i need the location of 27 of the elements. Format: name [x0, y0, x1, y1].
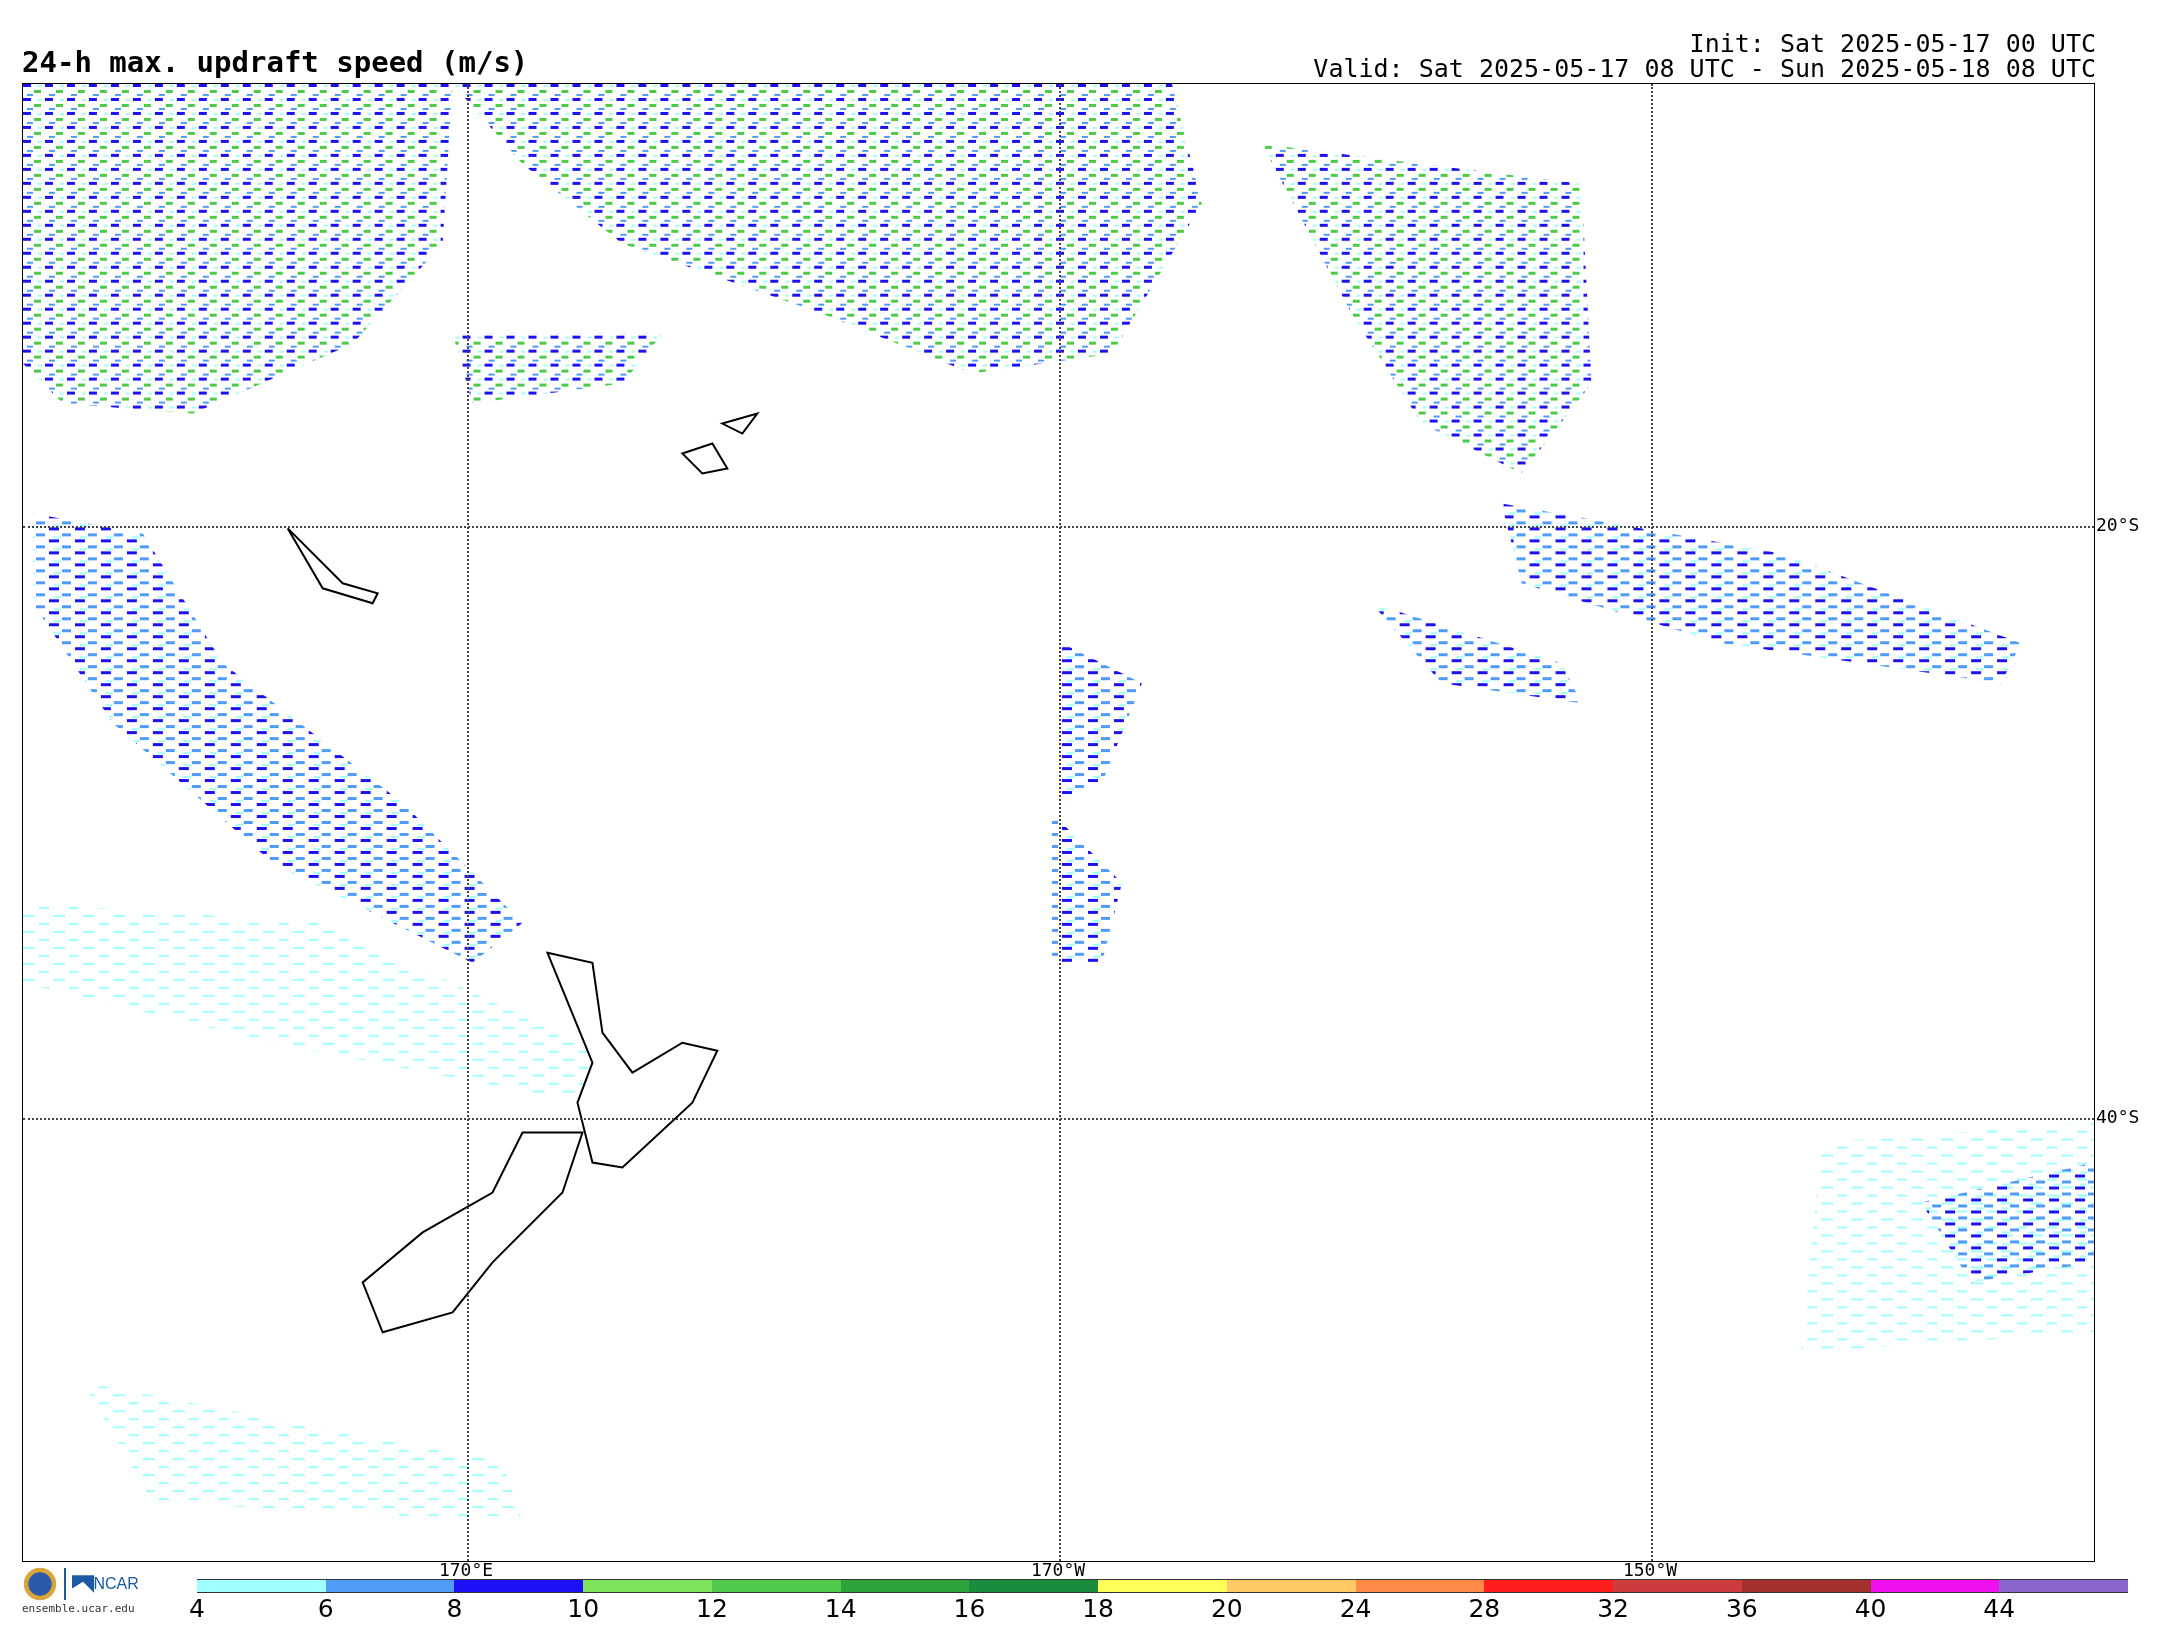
tick-label: 16 — [953, 1595, 986, 1623]
tick-label: 40 — [1854, 1595, 1887, 1623]
tick-label: 14 — [824, 1595, 857, 1623]
latitude-label: 40°S — [2096, 1107, 2140, 1127]
seal-icon — [22, 1566, 58, 1602]
tick-label: 28 — [1468, 1595, 1501, 1623]
website-url: ensemble.ucar.edu — [22, 1602, 135, 1615]
tick-label: 12 — [696, 1595, 728, 1623]
tick-label: 24 — [1339, 1595, 1372, 1623]
tick-label: 20 — [1210, 1595, 1243, 1623]
longitude-label: 170°E — [437, 1561, 495, 1579]
wave-icon — [71, 1575, 94, 1593]
longitude-label: 170°W — [1029, 1561, 1087, 1579]
longitude-label: 150°W — [1621, 1561, 1679, 1579]
ncar-logo: NCAR — [93, 1575, 139, 1593]
tick-label: 44 — [1983, 1595, 2016, 1623]
tick-label: 6 — [317, 1595, 334, 1623]
tick-label: 4 — [189, 1595, 205, 1623]
latitude-label: 20°S — [2096, 515, 2140, 535]
tick-label: 18 — [1082, 1595, 1115, 1623]
tick-label: 36 — [1725, 1595, 1758, 1623]
init-time: Init: Sat 2025-05-17 00 UTC — [1689, 31, 2096, 56]
map-title: 24-h max. updraft speed (m/s) — [22, 48, 529, 81]
tick-label: 10 — [567, 1595, 600, 1623]
valid-time: Valid: Sat 2025-05-17 08 UTC - Sun 2025-05-18 08 UTC — [1313, 56, 2096, 81]
tick-label: 8 — [446, 1595, 463, 1623]
tick-label: 32 — [1597, 1595, 1629, 1623]
